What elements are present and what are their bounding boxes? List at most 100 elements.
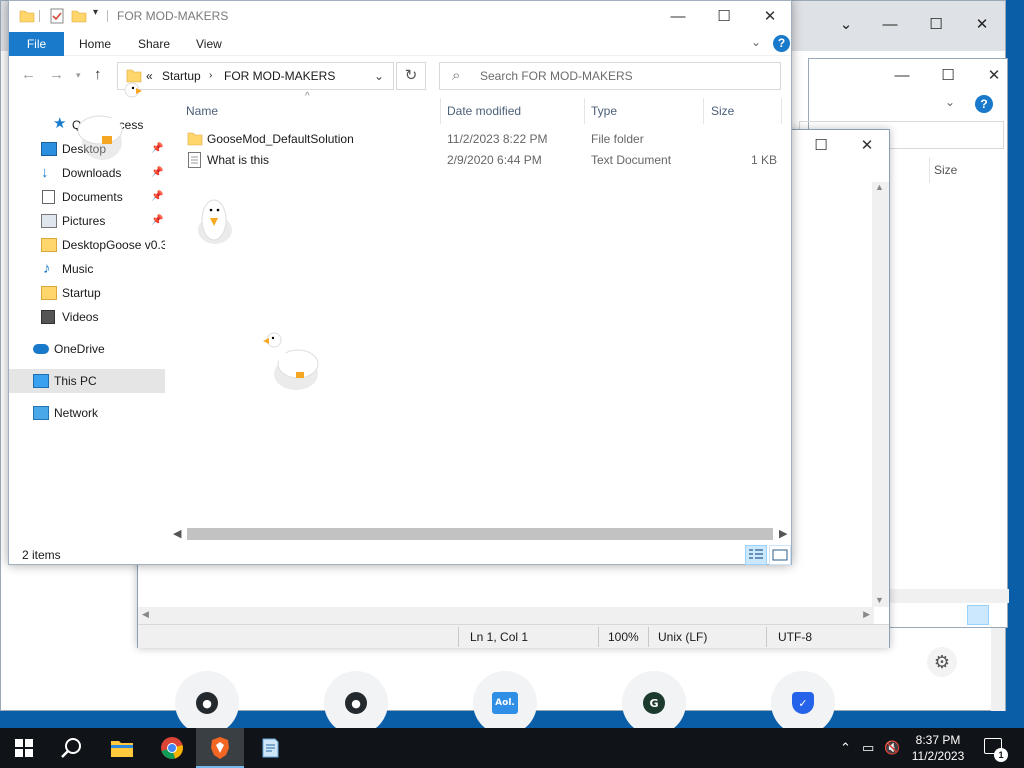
refresh-icon[interactable]: ↻ [396,62,426,90]
pin-icon: 📌 [151,191,164,202]
close-icon[interactable]: ✕ [971,61,1017,91]
notepad-maximize-icon[interactable]: ☐ [798,132,844,160]
scroll-right-icon[interactable]: ▶ [863,609,870,620]
close-icon[interactable]: ✕ [747,1,793,32]
nav-item-videos[interactable]: Videos [9,305,165,329]
taskbar-file-explorer[interactable] [98,728,146,768]
goose-icon[interactable] [258,328,328,394]
large-icons-view-icon[interactable] [769,545,791,565]
tab-file[interactable]: File [9,32,64,56]
pin-icon: 📌 [151,143,164,154]
start-button[interactable] [0,728,48,768]
window-title: FOR MOD-MAKERS [117,9,229,23]
nav-label: Pictures [62,214,106,228]
chevron-up-icon[interactable]: ⌃ [840,740,851,756]
chevron-down-icon[interactable]: ⌄ [374,69,384,83]
clock-time: 8:37 PM [915,733,961,747]
folder-icon [19,10,35,23]
scroll-right-icon[interactable]: ▶ [779,527,787,540]
tiles-view-icon[interactable] [991,605,1009,625]
notepad-status-bar: Ln 1, Col 1 100% Unix (LF) UTF-8 [138,624,889,648]
search-placeholder: Search FOR MOD-MAKERS [480,69,633,83]
nav-item-desktopgoose[interactable]: DesktopGoose v0.31 [9,233,165,257]
speed-dial-g[interactable]: G [622,671,686,735]
brave-icon [211,737,229,759]
nav-item-documents[interactable]: Documents 📌 [9,185,165,209]
horizontal-scrollbar[interactable]: ◀ ▶ [169,525,791,542]
scroll-up-icon[interactable]: ▲ [875,182,884,192]
notepad-icon [262,738,279,758]
speed-dial-github-2[interactable]: ● [324,671,388,735]
search-button[interactable] [48,728,96,768]
new-folder-icon[interactable] [71,8,87,24]
breadcrumb-startup[interactable]: Startup [162,69,201,83]
chrome-icon [161,737,183,759]
browser-close-icon[interactable]: ✕ [959,11,1005,39]
speed-dial-shield[interactable]: ✓ [771,671,835,735]
maximize-icon[interactable]: ☐ [701,1,747,32]
browser-chevron-down-icon[interactable]: ⌄ [823,11,869,39]
column-separator [929,157,930,183]
help-icon[interactable]: ? [773,35,790,52]
tab-share[interactable]: Share [138,32,170,56]
file-explorer-icon [111,741,133,757]
gear-icon[interactable]: ⚙ [927,647,957,677]
file-row[interactable]: GooseMod_DefaultSolution 11/2/2023 8:22 … [177,129,777,150]
properties-icon[interactable] [49,8,65,24]
address-box[interactable]: « Startup › FOR MOD-MAKERS ⌄ [117,62,394,90]
notepad-horizontal-scrollbar[interactable]: ◀ ▶ [138,607,874,624]
breadcrumb-current[interactable]: FOR MOD-MAKERS [224,69,335,83]
scroll-thumb[interactable] [187,528,773,540]
nav-label: Network [54,406,99,420]
goose-icon[interactable] [70,80,150,170]
nav-item-music[interactable]: ♪ Music [9,257,165,281]
nav-item-pictures[interactable]: Pictures 📌 [9,209,165,233]
scroll-down-icon[interactable]: ▼ [875,595,884,605]
taskbar-notepad[interactable] [246,728,294,768]
expand-ribbon-icon[interactable]: ⌄ [751,35,761,49]
back-arrow-icon[interactable]: ← [21,66,36,83]
column-header-size[interactable]: Size [711,104,734,118]
volume-muted-icon[interactable]: 🔇 [884,740,900,756]
g-icon: G [643,692,665,714]
notepad-close-icon[interactable]: ✕ [844,132,890,160]
nav-item-startup[interactable]: Startup [9,281,165,305]
column-header-name[interactable]: Name [186,104,218,118]
nav-item-network[interactable]: Network [9,401,165,425]
nav-item-this-pc[interactable]: This PC [9,369,165,393]
maximize-icon[interactable]: ☐ [925,61,971,91]
scroll-left-icon[interactable]: ◀ [173,527,181,540]
column-header-size[interactable]: Size [934,163,957,177]
download-icon: ↓ [41,164,49,181]
chevron-down-icon[interactable]: ⌄ [945,95,955,109]
file-row[interactable]: What is this 2/9/2020 6:44 PM Text Docum… [177,150,777,171]
speed-dial-aol[interactable]: Aol. [473,671,537,735]
help-icon[interactable]: ? [975,95,993,113]
chevron-right-icon: › [209,70,213,81]
file-date: 11/2/2023 8:22 PM [447,132,548,146]
details-view-icon[interactable] [967,605,989,625]
browser-minimize-icon[interactable]: — [867,11,913,39]
taskbar-brave[interactable] [196,728,244,768]
nav-item-onedrive[interactable]: OneDrive [9,337,165,361]
goose-icon[interactable] [190,190,240,250]
taskbar-chrome[interactable] [148,728,196,768]
tab-home[interactable]: Home [79,32,111,56]
item-count: 2 items [22,548,61,562]
title-bar[interactable]: ▾ FOR MOD-MAKERS — ☐ ✕ [9,1,791,32]
minimize-icon[interactable]: — [879,61,925,91]
scroll-left-icon[interactable]: ◀ [142,609,149,620]
tab-view[interactable]: View [196,32,222,56]
notepad-vertical-scrollbar[interactable]: ▲ ▼ [872,182,889,607]
network-tray-icon[interactable]: ▭ [862,740,874,756]
customize-qat-icon[interactable]: ▾ [93,7,98,18]
minimize-icon[interactable]: — [655,1,701,32]
search-input[interactable]: ⌕ Search FOR MOD-MAKERS [439,62,781,90]
browser-maximize-icon[interactable]: ☐ [913,11,959,39]
column-header-type[interactable]: Type [591,104,617,118]
column-header-date[interactable]: Date modified [447,104,521,118]
speed-dial-github[interactable]: ● [175,671,239,735]
forward-arrow-icon[interactable]: → [49,66,64,83]
details-view-icon[interactable] [745,545,767,565]
clock[interactable]: 8:37 PM 11/2/2023 [906,732,970,764]
